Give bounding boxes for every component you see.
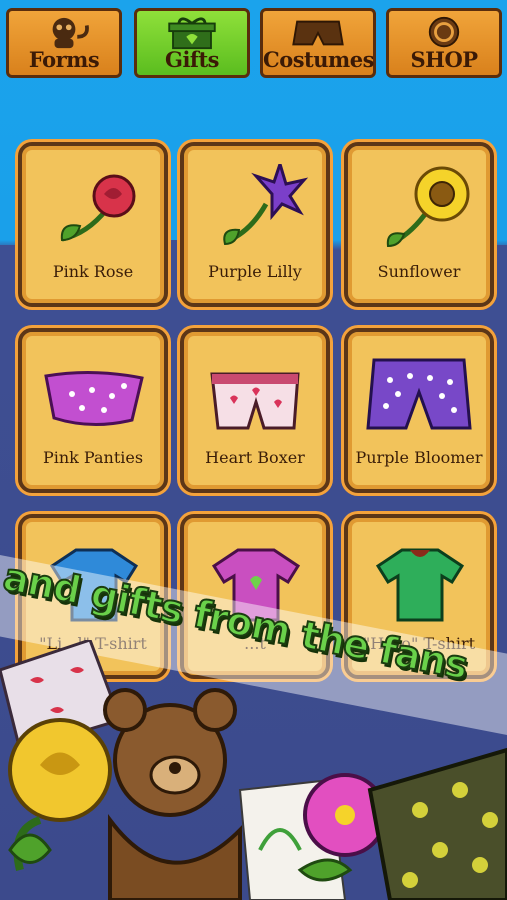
tab-forms-label: Forms xyxy=(28,47,100,72)
gift-name: Pink Rose xyxy=(52,262,134,281)
creature-icon xyxy=(52,17,89,49)
gift-card-pink-rose[interactable]: Pink Rose xyxy=(18,142,168,307)
rose-icon xyxy=(60,174,136,242)
top-tab-bar: Forms Gifts Costumes SHOP xyxy=(0,0,507,82)
gift-collage-illustration xyxy=(0,640,507,900)
sunflower-icon xyxy=(386,166,470,248)
coin-icon xyxy=(428,16,460,48)
gift-name: Heart Boxer xyxy=(205,448,305,467)
lily-icon xyxy=(223,164,309,246)
tab-forms[interactable]: Forms xyxy=(6,8,122,78)
gift-card-sunflower[interactable]: Sunflower xyxy=(344,142,494,307)
tab-gifts-label: Gifts xyxy=(165,47,219,72)
panties-icon xyxy=(44,370,144,427)
gift-box-icon xyxy=(168,17,216,50)
tab-costumes-label: Costumes xyxy=(263,47,374,72)
gift-name: Purple Bloomer xyxy=(355,448,483,467)
gift-card-pink-panties[interactable]: Pink Panties xyxy=(18,328,168,493)
gift-name: Purple Lilly xyxy=(208,262,302,281)
gift-card-heart-boxer[interactable]: Heart Boxer xyxy=(180,328,330,493)
yellow-rose-icon xyxy=(8,718,112,871)
gift-card-purple-bloomer[interactable]: Purple Bloomer xyxy=(344,328,494,493)
tab-shop-label: SHOP xyxy=(410,47,478,72)
gift-name: Pink Panties xyxy=(42,448,144,467)
teddy-bear-icon xyxy=(103,688,242,900)
dotted-boxer-icon xyxy=(367,747,507,900)
green-tshirt-icon xyxy=(375,548,465,622)
boxer-icon xyxy=(210,372,300,430)
tab-gifts[interactable]: Gifts xyxy=(134,8,250,78)
gift-name: Sunflower xyxy=(377,262,461,281)
shorts-icon xyxy=(292,20,344,46)
gift-card-purple-lilly[interactable]: Purple Lilly xyxy=(180,142,330,307)
bloomer-icon xyxy=(366,358,472,430)
tab-costumes[interactable]: Costumes xyxy=(260,8,376,78)
tab-shop[interactable]: SHOP xyxy=(386,8,502,78)
